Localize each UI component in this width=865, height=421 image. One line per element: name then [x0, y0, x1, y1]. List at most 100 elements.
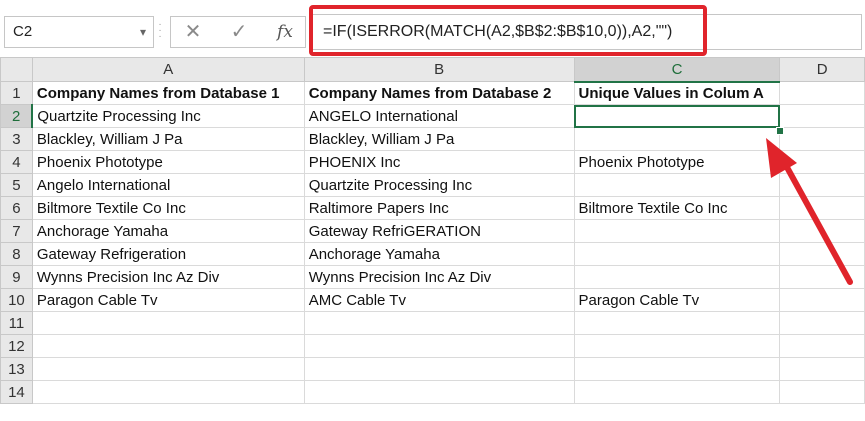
row-header-11[interactable]: 11 [0, 311, 33, 335]
cell-c1[interactable]: Unique Values in Colum A [573, 81, 781, 105]
insert-function-button[interactable]: fx [265, 17, 305, 47]
cell-b11[interactable] [303, 311, 575, 335]
cell-d2[interactable] [779, 104, 865, 128]
spreadsheet-grid: ABCD 1 Company Names from Database 1 Compa… [0, 57, 865, 404]
table-row: 14 [0, 380, 865, 404]
select-all-corner[interactable] [0, 57, 33, 82]
cell-c10[interactable]: Paragon Cable Tv [573, 288, 781, 312]
cell-a5[interactable]: Angelo International [31, 173, 305, 197]
row-header-8[interactable]: 8 [0, 242, 33, 266]
table-row: 11 [0, 311, 865, 335]
cell-a9[interactable]: Wynns Precision Inc Az Div [31, 265, 305, 289]
row-header-9[interactable]: 9 [0, 265, 33, 289]
cell-d10[interactable] [779, 288, 865, 312]
table-row: 6 Biltmore Textile Co Inc Raltimore Papers… [0, 196, 865, 220]
cell-a7[interactable]: Anchorage Yamaha [31, 219, 305, 243]
name-box-value: C2 [13, 23, 33, 40]
cell-c14[interactable] [573, 380, 781, 404]
cell-a2[interactable]: Quartzite Processing Inc [31, 104, 305, 128]
cell-b8[interactable]: Anchorage Yamaha [303, 242, 575, 266]
cell-b9[interactable]: Wynns Precision Inc Az Div [303, 265, 575, 289]
grid-body: 1 Company Names from Database 1 Company Na… [0, 81, 865, 404]
drag-handle-icon[interactable]: · · · [158, 20, 162, 42]
cell-b6[interactable]: Raltimore Papers Inc [303, 196, 575, 220]
row-header-14[interactable]: 14 [0, 380, 33, 404]
cell-b4[interactable]: PHOENIX Inc [303, 150, 575, 174]
table-row: 10 Paragon Cable Tv AMC Cable Tv Paragon Ca… [0, 288, 865, 312]
cell-c2[interactable] [573, 104, 781, 128]
row-header-3[interactable]: 3 [0, 127, 33, 151]
row-header-10[interactable]: 10 [0, 288, 33, 312]
close-icon[interactable]: ✕ [173, 17, 213, 47]
table-row: 3 Blackley, William J Pa Blackley, William… [0, 127, 865, 151]
cell-a6[interactable]: Biltmore Textile Co Inc [31, 196, 305, 220]
cell-d4[interactable] [779, 150, 865, 174]
cell-c12[interactable] [573, 334, 781, 358]
row-header-6[interactable]: 6 [0, 196, 33, 220]
cell-d1[interactable] [779, 81, 865, 105]
cell-d12[interactable] [779, 334, 865, 358]
cell-c9[interactable] [573, 265, 781, 289]
cell-c5[interactable] [573, 173, 781, 197]
table-row: 12 [0, 334, 865, 358]
table-row: 4 Phoenix Phototype PHOENIX Inc Phoenix Pho… [0, 150, 865, 174]
cell-a10[interactable]: Paragon Cable Tv [31, 288, 305, 312]
cell-c7[interactable] [573, 219, 781, 243]
table-row: 8 Gateway Refrigeration Anchorage Yamaha [0, 242, 865, 266]
check-icon[interactable]: ✓ [219, 17, 259, 47]
row-header-5[interactable]: 5 [0, 173, 33, 197]
cell-b5[interactable]: Quartzite Processing Inc [303, 173, 575, 197]
cell-d8[interactable] [779, 242, 865, 266]
fill-handle[interactable] [776, 127, 784, 135]
cell-c13[interactable] [573, 357, 781, 381]
row-header-7[interactable]: 7 [0, 219, 33, 243]
cell-d11[interactable] [779, 311, 865, 335]
cell-a12[interactable] [31, 334, 305, 358]
cell-b14[interactable] [303, 380, 575, 404]
cell-b10[interactable]: AMC Cable Tv [303, 288, 575, 312]
cell-a11[interactable] [31, 311, 305, 335]
formula-input[interactable]: =IF(ISERROR(MATCH(A2,$B$2:$B$10,0)),A2,"… [312, 14, 862, 50]
table-row: 5 Angelo International Quartzite Processin… [0, 173, 865, 197]
cell-c6[interactable]: Biltmore Textile Co Inc [573, 196, 781, 220]
cell-c3[interactable] [573, 127, 781, 151]
cell-d14[interactable] [779, 380, 865, 404]
cell-b12[interactable] [303, 334, 575, 358]
row-header-13[interactable]: 13 [0, 357, 33, 381]
column-header-b[interactable]: B [303, 57, 575, 82]
row-header-12[interactable]: 12 [0, 334, 33, 358]
cell-d6[interactable] [779, 196, 865, 220]
cell-d9[interactable] [779, 265, 865, 289]
cell-b2[interactable]: ANGELO International [303, 104, 575, 128]
cell-b7[interactable]: Gateway RefriGERATION [303, 219, 575, 243]
table-row: 9 Wynns Precision Inc Az Div Wynns Precisi… [0, 265, 865, 289]
cell-c8[interactable] [573, 242, 781, 266]
name-box[interactable]: C2 ▾ [4, 16, 154, 48]
cell-c4[interactable]: Phoenix Phototype [573, 150, 781, 174]
cell-a8[interactable]: Gateway Refrigeration [31, 242, 305, 266]
row-header-1[interactable]: 1 [0, 81, 33, 105]
cell-c11[interactable] [573, 311, 781, 335]
cell-a3[interactable]: Blackley, William J Pa [31, 127, 305, 151]
row-header-4[interactable]: 4 [0, 150, 33, 174]
cell-a13[interactable] [31, 357, 305, 381]
row-header-2[interactable]: 2 [0, 104, 34, 128]
cell-a4[interactable]: Phoenix Phototype [31, 150, 305, 174]
column-header-c[interactable]: C [573, 57, 781, 83]
cell-d3[interactable] [779, 127, 865, 151]
cell-a14[interactable] [31, 380, 305, 404]
cell-b3[interactable]: Blackley, William J Pa [303, 127, 575, 151]
cell-b13[interactable] [303, 357, 575, 381]
cell-d5[interactable] [779, 173, 865, 197]
cell-b1[interactable]: Company Names from Database 2 [303, 81, 575, 105]
column-header-a[interactable]: A [31, 57, 305, 82]
cell-d13[interactable] [779, 357, 865, 381]
table-row: 7 Anchorage Yamaha Gateway RefriGERATION [0, 219, 865, 243]
cell-d7[interactable] [779, 219, 865, 243]
formula-bar: C2 ▾ · · · ✕ ✓ fx =IF(ISERROR(MATCH(A2,$B$… [0, 0, 865, 63]
table-row: 1 Company Names from Database 1 Company Na… [0, 81, 865, 105]
column-header-row: ABCD [0, 57, 865, 83]
cell-a1[interactable]: Company Names from Database 1 [31, 81, 305, 105]
column-header-d[interactable]: D [779, 57, 865, 82]
chevron-down-icon[interactable]: ▾ [140, 17, 146, 47]
